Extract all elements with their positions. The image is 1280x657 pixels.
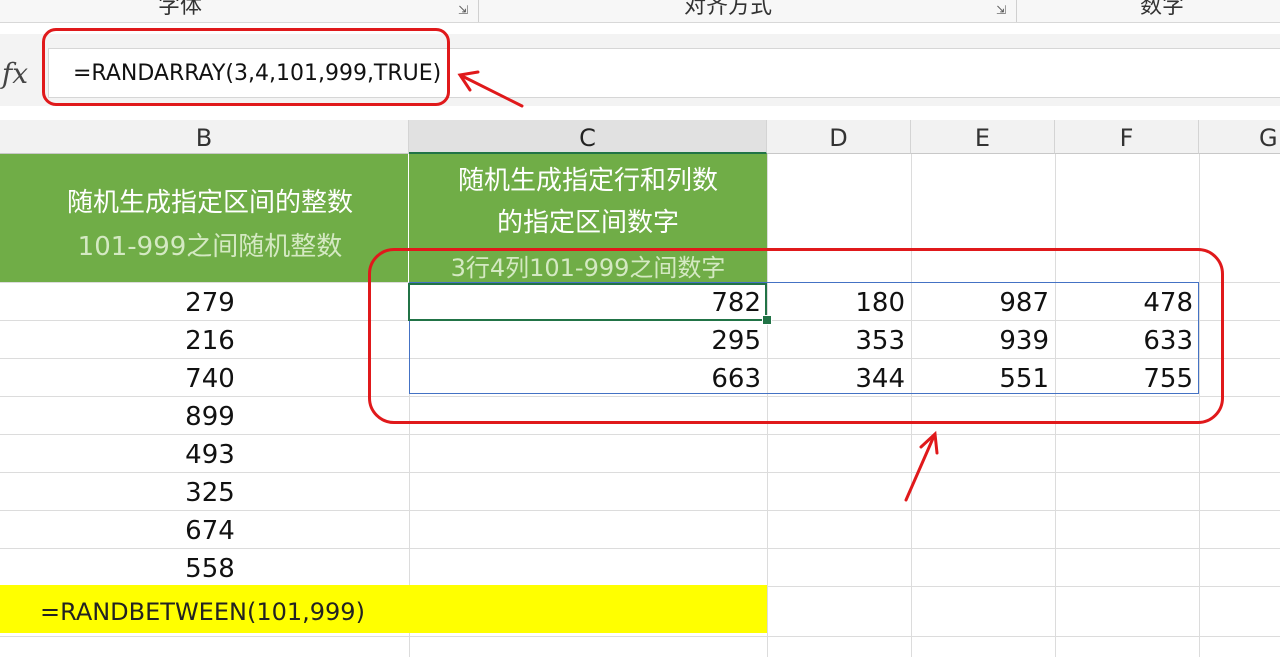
alignment-dialog-launcher-icon[interactable]: ⇲ <box>994 3 1008 17</box>
formula-highlight-annotation <box>42 28 450 106</box>
cell-b-value[interactable]: 279 <box>12 284 408 322</box>
column-header-d[interactable]: D <box>767 120 911 154</box>
cell-b-value[interactable]: 325 <box>12 474 408 512</box>
column-header-b[interactable]: B <box>0 120 409 154</box>
column-header-e[interactable]: E <box>911 120 1055 154</box>
header-b-title: 随机生成指定区间的整数 <box>66 188 353 218</box>
column-header-g[interactable]: G <box>1199 120 1280 154</box>
ribbon-separator <box>1016 0 1017 22</box>
header-cell-b[interactable]: 随机生成指定区间的整数 101-999之间随机整数 <box>0 154 408 282</box>
cell-b-value[interactable]: 740 <box>12 360 408 398</box>
header-b-subtitle: 101-999之间随机整数 <box>77 232 343 262</box>
insert-function-icon[interactable]: fx <box>0 52 30 96</box>
formula-bar-spacer <box>0 106 1280 120</box>
ribbon-separator <box>478 0 479 22</box>
ribbon-group-labels: 字体 ⇲ 对齐方式 ⇲ 数字 <box>0 0 1280 23</box>
column-header-f[interactable]: F <box>1055 120 1199 154</box>
ribbon-group-alignment: 对齐方式 <box>684 0 773 19</box>
font-dialog-launcher-icon[interactable]: ⇲ <box>456 3 470 17</box>
ribbon-group-font: 字体 <box>158 0 203 19</box>
randbetween-formula-cell[interactable]: =RANDBETWEEN(101,999) <box>0 585 767 633</box>
cell-b-value[interactable]: 216 <box>12 322 408 360</box>
cell-b-value[interactable]: 493 <box>12 436 408 474</box>
column-header-c[interactable]: C <box>409 120 767 154</box>
ribbon-group-number: 数字 <box>1140 0 1185 19</box>
header-c-title-line1: 随机生成指定行和列数 <box>457 166 718 196</box>
header-c-title-line2: 的指定区间数字 <box>496 208 679 238</box>
cell-b-value[interactable]: 899 <box>12 398 408 436</box>
spill-highlight-annotation <box>368 248 1224 424</box>
cell-b-value[interactable]: 674 <box>12 512 408 550</box>
cell-b-value[interactable]: 558 <box>12 550 408 588</box>
